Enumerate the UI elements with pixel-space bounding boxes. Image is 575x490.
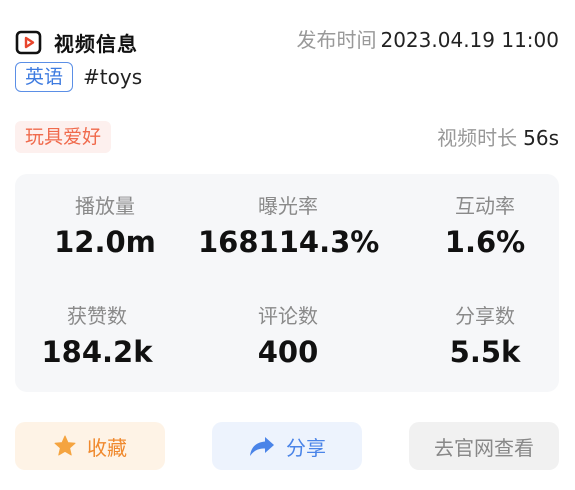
duration-label: 视频时长 [437, 126, 518, 150]
stat-value: 5.5k [449, 335, 521, 369]
favorite-button[interactable]: 收藏 [15, 422, 165, 470]
video-info-header: 视频信息 发布时间 2023.04.19 11:00 [15, 24, 559, 58]
duration-value: 56s [523, 126, 559, 150]
publish-time-value: 2023.04.19 11:00 [380, 28, 559, 52]
stat-comments: 评论数 400 [198, 302, 378, 370]
stat-value: 168114.3% [198, 225, 380, 259]
publish-time: 发布时间 2023.04.19 11:00 [296, 24, 559, 53]
stat-likes: 获赞数 184.2k [7, 302, 187, 370]
stat-label: 互动率 [455, 194, 515, 218]
official-site-label: 去官网查看 [434, 435, 534, 460]
stat-exposure-rate: 曝光率 168114.3% [198, 192, 380, 260]
category-badge: 玩具爱好 [15, 121, 112, 153]
favorite-label: 收藏 [87, 435, 127, 460]
page-title: 视频信息 [54, 32, 138, 56]
publish-time-label: 发布时间 [296, 28, 377, 52]
stat-label: 播放量 [75, 194, 135, 218]
share-label: 分享 [286, 435, 326, 460]
stat-value: 12.0m [54, 225, 156, 259]
stat-value: 1.6% [444, 225, 526, 259]
stat-label: 分享数 [455, 304, 515, 328]
tags-row: 英语 #toys [15, 62, 142, 92]
stats-panel: 播放量 12.0m 曝光率 168114.3% 互动率 1.6% 获赞数 184… [15, 174, 559, 392]
stat-label: 曝光率 [258, 194, 318, 218]
video-duration: 视频时长 56s [437, 122, 559, 151]
title-wrap: 视频信息 [15, 28, 138, 57]
stat-label: 获赞数 [67, 304, 127, 328]
stat-label: 评论数 [258, 304, 318, 328]
hashtag[interactable]: #toys [83, 65, 142, 89]
share-button[interactable]: 分享 [212, 422, 362, 470]
video-play-icon [15, 30, 42, 55]
stat-plays: 播放量 12.0m [15, 192, 195, 260]
stat-value: 184.2k [41, 335, 153, 369]
language-tag[interactable]: 英语 [15, 62, 74, 92]
share-arrow-icon [250, 437, 274, 456]
star-icon [54, 435, 76, 456]
stat-value: 400 [257, 335, 319, 369]
stat-shares: 分享数 5.5k [395, 302, 575, 370]
stat-engagement-rate: 互动率 1.6% [395, 192, 575, 260]
official-site-button[interactable]: 去官网查看 [409, 422, 559, 470]
